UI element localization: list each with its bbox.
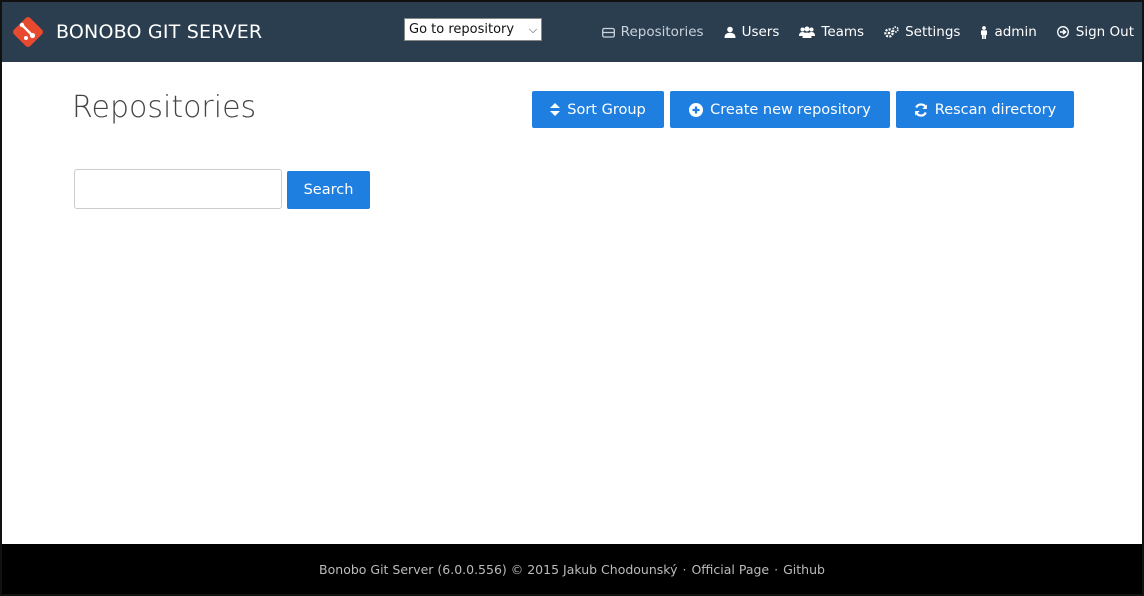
repository-icon <box>601 27 615 38</box>
brand-title: BONOBO GIT SERVER <box>56 21 263 43</box>
refresh-icon <box>914 102 927 117</box>
nav-menu: Repositories Users Teams Settings admin … <box>582 2 1134 62</box>
sort-group-button[interactable]: Sort Group <box>532 91 664 128</box>
go-to-repository-select[interactable]: Go to repository ⌵ <box>404 18 542 41</box>
rescan-directory-label: Rescan directory <box>934 101 1057 118</box>
footer-separator: · <box>774 561 779 577</box>
nav-settings-label: Settings <box>905 24 961 40</box>
app-window: BONOBO GIT SERVER Go to repository ⌵ Rep… <box>0 0 1144 596</box>
footer: Bonobo Git Server (6.0.0.556) © 2015 Jak… <box>2 544 1142 594</box>
nav-users-label: Users <box>741 24 780 40</box>
brand[interactable]: BONOBO GIT SERVER <box>12 15 262 49</box>
gears-icon <box>884 26 899 38</box>
create-repository-button[interactable]: Create new repository <box>670 91 890 128</box>
nav-repositories[interactable]: Repositories <box>601 24 704 40</box>
nav-repositories-label: Repositories <box>620 24 704 40</box>
plus-circle-icon <box>689 102 704 117</box>
repository-select-value: Go to repository <box>409 22 515 37</box>
sign-out-icon <box>1056 26 1069 38</box>
user-icon <box>724 26 736 38</box>
search-input[interactable] <box>74 169 282 209</box>
person-icon <box>981 25 988 39</box>
sort-icon <box>550 103 561 116</box>
git-logo-icon <box>12 16 44 48</box>
nav-teams[interactable]: Teams <box>799 24 864 40</box>
top-navbar: BONOBO GIT SERVER Go to repository ⌵ Rep… <box>2 2 1142 62</box>
chevron-down-icon: ⌵ <box>528 22 538 36</box>
nav-admin[interactable]: admin <box>980 24 1037 40</box>
footer-copyright: Bonobo Git Server (6.0.0.556) © 2015 Jak… <box>319 561 678 577</box>
sort-group-label: Sort Group <box>567 101 646 118</box>
nav-users[interactable]: Users <box>724 24 780 40</box>
rescan-directory-button[interactable]: Rescan directory <box>896 91 1074 128</box>
nav-sign-out[interactable]: Sign Out <box>1056 24 1134 40</box>
team-icon <box>799 26 816 38</box>
footer-separator: · <box>682 561 687 577</box>
page-title: Repositories <box>72 90 257 125</box>
official-page-link[interactable]: Official Page <box>691 562 769 577</box>
github-link[interactable]: Github <box>783 562 825 577</box>
search-button[interactable]: Search <box>287 171 370 209</box>
nav-teams-label: Teams <box>821 24 865 40</box>
search-button-label: Search <box>303 182 354 198</box>
nav-admin-label: admin <box>994 24 1037 40</box>
nav-settings[interactable]: Settings <box>884 24 960 40</box>
create-repository-label: Create new repository <box>710 101 871 118</box>
nav-sign-out-label: Sign Out <box>1075 24 1134 40</box>
